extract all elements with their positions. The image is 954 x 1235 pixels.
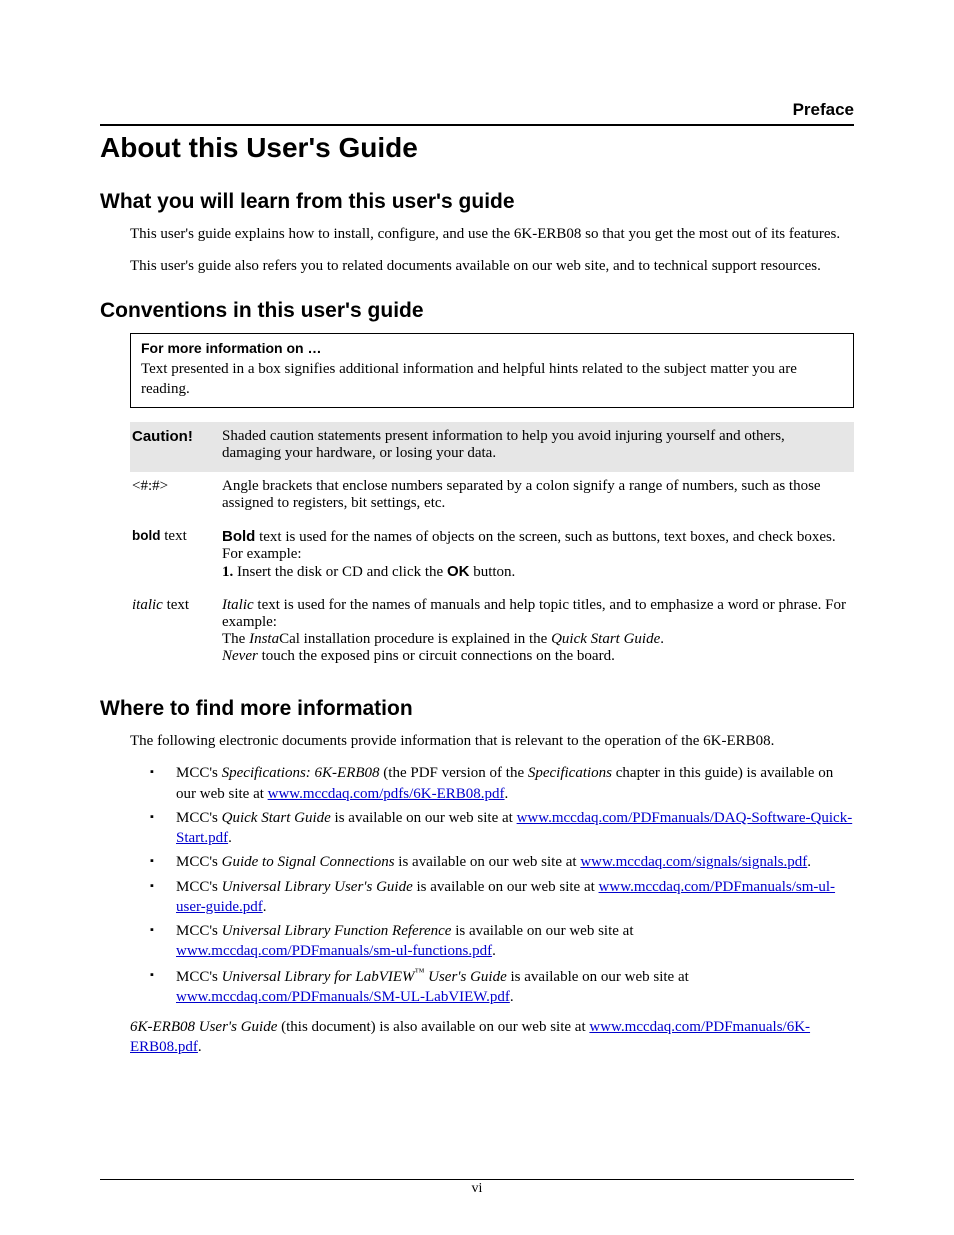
section-1-para-1: This user's guide explains how to instal… — [130, 224, 854, 244]
preface-label: Preface — [100, 100, 854, 120]
page-number: vi — [0, 1181, 954, 1197]
list-item: MCC's Universal Library User's Guide is … — [150, 877, 854, 918]
caution-text: Shaded caution statements present inform… — [220, 422, 854, 472]
section-3-intro: The following electronic documents provi… — [130, 731, 854, 751]
bold-row: bold text Bold text is used for the name… — [130, 522, 854, 591]
angle-text: Angle brackets that enclose numbers sepa… — [220, 472, 854, 522]
caution-row: Caution! Shaded caution statements prese… — [130, 422, 854, 472]
resources-list: MCC's Specifications: 6K-ERB08 (the PDF … — [150, 763, 854, 1007]
header-rule — [100, 124, 854, 126]
angle-label: <#:#> — [130, 472, 220, 522]
info-box: For more information on … Text presented… — [130, 333, 854, 409]
resource-link[interactable]: www.mccdaq.com/signals/signals.pdf — [580, 854, 807, 870]
italic-text: Italic text is used for the names of man… — [220, 591, 854, 675]
section-1-para-2: This user's guide also refers you to rel… — [130, 256, 854, 276]
resource-link[interactable]: www.mccdaq.com/pdfs/6K-ERB08.pdf — [268, 786, 505, 802]
list-item: MCC's Quick Start Guide is available on … — [150, 808, 854, 849]
info-box-text: Text presented in a box signifies additi… — [141, 359, 843, 400]
list-item: MCC's Guide to Signal Connections is ava… — [150, 852, 854, 872]
info-box-title: For more information on … — [141, 340, 843, 356]
italic-row: italic text Italic text is used for the … — [130, 591, 854, 675]
caution-label: Caution! — [132, 428, 193, 445]
list-item: MCC's Specifications: 6K-ERB08 (the PDF … — [150, 763, 854, 804]
section-1-heading: What you will learn from this user's gui… — [100, 190, 854, 214]
italic-label: italic text — [130, 591, 220, 675]
closing-para: 6K-ERB08 User's Guide (this document) is… — [130, 1017, 854, 1058]
angle-row: <#:#> Angle brackets that enclose number… — [130, 472, 854, 522]
bold-text: Bold text is used for the names of objec… — [220, 522, 854, 591]
resource-link[interactable]: www.mccdaq.com/PDFmanuals/SM-UL-LabVIEW.… — [176, 989, 510, 1005]
section-3-heading: Where to find more information — [100, 697, 854, 721]
list-item: MCC's Universal Library Function Referen… — [150, 921, 854, 962]
conventions-table: Caution! Shaded caution statements prese… — [130, 422, 854, 675]
list-item: MCC's Universal Library for LabVIEW™ Use… — [150, 966, 854, 1008]
resource-link[interactable]: www.mccdaq.com/PDFmanuals/sm-ul-function… — [176, 943, 492, 959]
footer-rule — [100, 1179, 854, 1180]
section-2-heading: Conventions in this user's guide — [100, 299, 854, 323]
bold-label: bold text — [130, 522, 220, 591]
page-title: About this User's Guide — [100, 132, 854, 164]
